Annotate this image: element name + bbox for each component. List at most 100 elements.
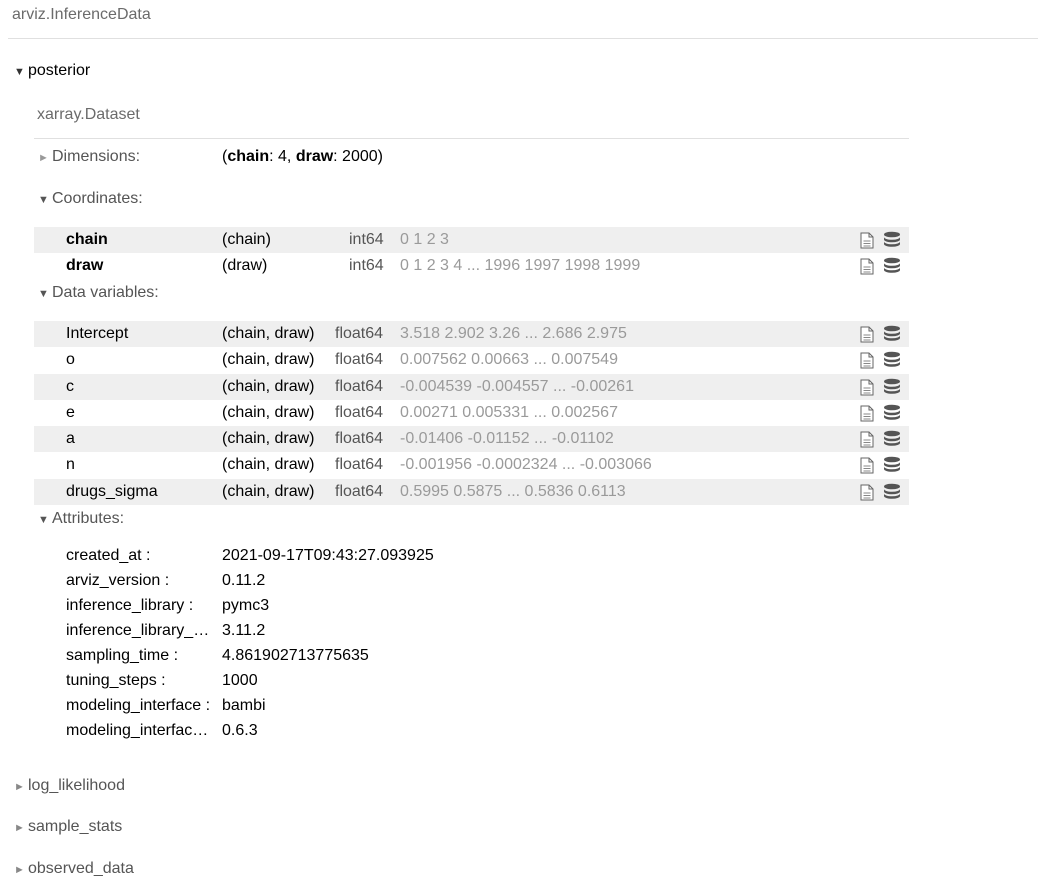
group-observed-data[interactable]: ► observed_data — [14, 860, 134, 878]
variable-name: drugs_sigma — [66, 483, 158, 500]
variable-name: draw — [66, 257, 104, 274]
variable-preview: 3.518 2.902 3.26 ... 2.686 2.975 — [400, 325, 627, 342]
data-variable-row-drugs-sigma: drugs_sigma (chain, draw) float64 0.5995… — [34, 479, 909, 505]
attribute-key: sampling_time : — [66, 647, 179, 664]
file-icon[interactable] — [860, 352, 874, 369]
expanded-caret-icon: ▼ — [14, 66, 25, 78]
data-variable-row-intercept: Intercept (chain, draw) float64 3.518 2.… — [34, 321, 909, 347]
header-divider — [8, 38, 1038, 39]
variable-name: n — [66, 456, 75, 473]
collapsed-caret-icon: ► — [14, 781, 25, 793]
variable-dtype: float64 — [335, 325, 384, 342]
dataset-title: xarray.Dataset — [37, 106, 140, 123]
database-icon[interactable] — [883, 378, 901, 396]
database-icon[interactable] — [883, 430, 901, 448]
attribute-key: tuning_steps : — [66, 672, 166, 689]
file-icon[interactable] — [860, 379, 874, 396]
expanded-caret-icon: ▼ — [38, 514, 49, 526]
attribute-value: 4.861902713775635 — [222, 647, 369, 664]
variable-dtype: int64 — [349, 257, 384, 274]
data-variable-row-e: e (chain, draw) float64 0.00271 0.005331… — [34, 400, 909, 426]
dimensions-value: (chain: 4, draw: 2000) — [222, 148, 383, 165]
attribute-value: 3.11.2 — [222, 622, 266, 639]
variable-dtype: float64 — [335, 351, 384, 368]
variable-dtype: float64 — [335, 430, 384, 447]
variable-preview: -0.01406 -0.01152 ... -0.01102 — [400, 430, 614, 447]
variable-dims: (chain, draw) — [222, 456, 315, 473]
file-icon[interactable] — [860, 431, 874, 448]
dim-name: draw — [295, 148, 334, 165]
database-icon[interactable] — [883, 351, 901, 369]
variable-dims: (chain, draw) — [222, 404, 315, 421]
database-icon[interactable] — [883, 404, 901, 422]
attribute-key: modeling_interface : — [66, 697, 211, 714]
inference-data-title: arviz.InferenceData — [12, 6, 151, 23]
variable-name: a — [66, 430, 75, 447]
variable-preview: -0.004539 -0.004557 ... -0.00261 — [400, 378, 634, 395]
database-icon[interactable] — [883, 456, 901, 474]
section-data-variables[interactable]: ▼ Data variables: — [38, 284, 159, 302]
collapsed-caret-icon: ► — [14, 822, 25, 834]
coordinate-row-draw: draw (draw) int64 0 1 2 3 4 ... 1996 199… — [34, 253, 909, 279]
variable-preview: 0.5995 0.5875 ... 0.5836 0.6113 — [400, 483, 626, 500]
file-icon[interactable] — [860, 484, 874, 501]
coordinate-row-chain: chain (chain) int64 0 1 2 3 — [34, 227, 909, 253]
dim-size: 4 — [278, 148, 287, 165]
group-label: posterior — [28, 62, 91, 79]
section-attributes[interactable]: ▼ Attributes: — [38, 510, 124, 528]
attribute-value: 0.11.2 — [222, 572, 266, 589]
variable-dims: (chain, draw) — [222, 483, 315, 500]
variable-dims: (chain) — [222, 231, 271, 248]
variable-dtype: float64 — [335, 404, 384, 421]
variable-name: Intercept — [66, 325, 129, 342]
group-label: sample_stats — [28, 818, 123, 835]
database-icon[interactable] — [883, 231, 901, 249]
variable-preview: -0.001956 -0.0002324 ... -0.003066 — [400, 456, 652, 473]
expanded-caret-icon: ▼ — [38, 288, 49, 300]
attribute-value: pymc3 — [222, 597, 270, 614]
file-icon[interactable] — [860, 232, 874, 249]
variable-dtype: int64 — [349, 231, 384, 248]
variable-preview: 0.007562 0.00663 ... 0.007549 — [400, 351, 618, 368]
group-log-likelihood[interactable]: ► log_likelihood — [14, 777, 125, 795]
dim-name: chain — [227, 148, 270, 165]
section-dimensions[interactable]: ► Dimensions: — [38, 148, 140, 166]
dataset-divider — [34, 138, 909, 139]
file-icon[interactable] — [860, 405, 874, 422]
variable-name: e — [66, 404, 75, 421]
group-label: log_likelihood — [28, 777, 125, 794]
variable-name: c — [66, 378, 74, 395]
file-icon[interactable] — [860, 457, 874, 474]
database-icon[interactable] — [883, 257, 901, 275]
variable-preview: 0 1 2 3 — [400, 231, 449, 248]
variable-dtype: float64 — [335, 483, 384, 500]
attribute-value: bambi — [222, 697, 266, 714]
collapsed-caret-icon: ► — [14, 864, 25, 876]
variable-name: chain — [66, 231, 108, 248]
attribute-key: inference_library : — [66, 597, 194, 614]
dim-size: 2000 — [342, 148, 378, 165]
variable-dtype: float64 — [335, 378, 384, 395]
section-coordinates[interactable]: ▼ Coordinates: — [38, 190, 143, 208]
attribute-value: 2021-09-17T09:43:27.093925 — [222, 547, 434, 564]
variable-dims: (chain, draw) — [222, 378, 315, 395]
file-icon[interactable] — [860, 258, 874, 275]
variable-dtype: float64 — [335, 456, 384, 473]
group-posterior[interactable]: ▼ posterior — [14, 62, 90, 80]
attribute-value: 0.6.3 — [222, 722, 258, 739]
database-icon[interactable] — [883, 325, 901, 343]
attribute-key: created_at : — [66, 547, 151, 564]
database-icon[interactable] — [883, 483, 901, 501]
expanded-caret-icon: ▼ — [38, 194, 49, 206]
attribute-key: arviz_version : — [66, 572, 170, 589]
file-icon[interactable] — [860, 326, 874, 343]
data-variable-row-a: a (chain, draw) float64 -0.01406 -0.0115… — [34, 426, 909, 452]
group-label: observed_data — [28, 860, 134, 877]
data-variable-row-o: o (chain, draw) float64 0.007562 0.00663… — [34, 347, 909, 373]
variable-preview: 0.00271 0.005331 ... 0.002567 — [400, 404, 618, 421]
variable-name: o — [66, 351, 75, 368]
group-sample-stats[interactable]: ► sample_stats — [14, 818, 122, 836]
attribute-key: inference_library_version : — [66, 622, 211, 639]
variable-dims: (chain, draw) — [222, 430, 315, 447]
variable-dims: (draw) — [222, 257, 268, 274]
